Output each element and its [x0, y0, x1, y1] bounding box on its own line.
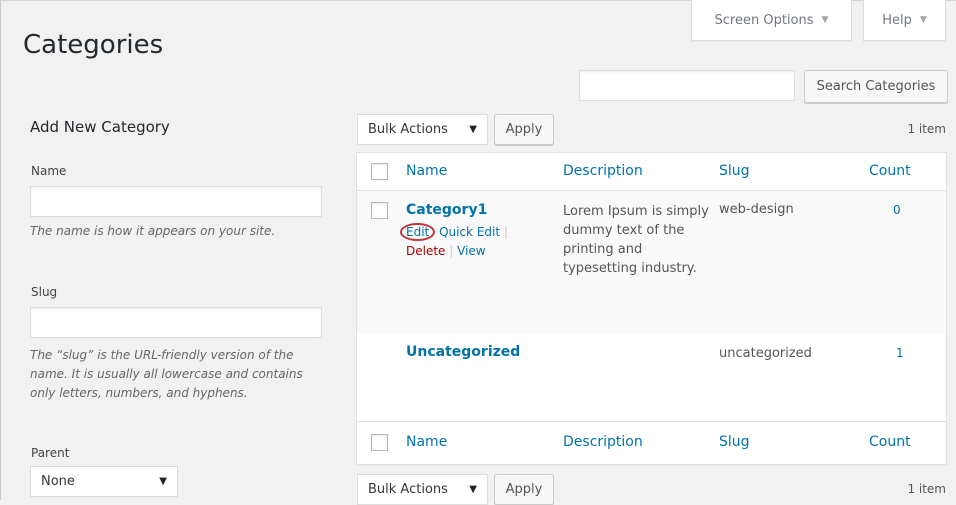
- column-header-slug[interactable]: Slug: [719, 163, 750, 179]
- action-separator: |: [449, 244, 454, 258]
- parent-select[interactable]: None ▼: [30, 466, 178, 497]
- page-title: Categories: [23, 30, 164, 60]
- row-checkbox[interactable]: [371, 202, 388, 219]
- edit-link[interactable]: Edit: [406, 225, 429, 239]
- category-name-link[interactable]: Uncategorized: [406, 344, 520, 360]
- search-categories-button[interactable]: Search Categories: [804, 70, 948, 103]
- bulk-actions-label: Bulk Actions: [368, 482, 448, 497]
- bulk-actions-label: Bulk Actions: [368, 122, 448, 137]
- category-count-link[interactable]: 1: [896, 346, 904, 360]
- slug-field[interactable]: [30, 307, 322, 338]
- view-link[interactable]: View: [457, 244, 485, 258]
- select-all-checkbox-footer[interactable]: [371, 434, 388, 451]
- category-slug: web-design: [719, 202, 794, 217]
- bulk-actions-select-top[interactable]: Bulk Actions ▼: [357, 114, 488, 145]
- apply-button-top[interactable]: Apply: [494, 114, 554, 145]
- table-row: Uncategorized uncategorized 1: [357, 334, 946, 420]
- category-slug: uncategorized: [719, 346, 812, 361]
- categories-table: Name Description Slug Count Category1 Ed…: [356, 152, 947, 465]
- caret-down-icon: ▼: [159, 476, 167, 487]
- caret-down-icon: ▼: [469, 484, 477, 495]
- row-actions: Edit Quick Edit | Delete | View: [400, 223, 546, 261]
- column-header-name[interactable]: Name: [406, 163, 447, 179]
- apply-button-bottom[interactable]: Apply: [494, 474, 554, 505]
- search-input[interactable]: [579, 70, 795, 101]
- help-label: Help: [882, 12, 912, 28]
- category-name-link[interactable]: Category1: [406, 202, 487, 218]
- select-all-checkbox[interactable]: [371, 163, 388, 180]
- parent-select-value: None: [41, 474, 75, 489]
- edit-highlight-ring: Edit: [400, 223, 436, 241]
- column-footer-count[interactable]: Count: [869, 434, 911, 450]
- category-description: Lorem Ipsum is simply dummy text of the …: [563, 204, 709, 276]
- name-field[interactable]: [30, 186, 322, 217]
- triangle-down-icon: ▼: [821, 15, 829, 25]
- table-footer-row: Name Description Slug Count: [357, 421, 946, 465]
- caret-down-icon: ▼: [469, 124, 477, 135]
- column-footer-slug[interactable]: Slug: [719, 434, 750, 450]
- name-label: Name: [31, 164, 67, 178]
- add-new-category-heading: Add New Category: [30, 118, 170, 136]
- action-separator: |: [503, 225, 508, 239]
- category-count-link[interactable]: 0: [893, 203, 901, 217]
- table-row: Category1 Edit Quick Edit | Delete | Vie…: [357, 191, 946, 334]
- screen-options-label: Screen Options: [714, 12, 814, 28]
- slug-label: Slug: [31, 285, 58, 299]
- table-header-row: Name Description Slug Count: [357, 153, 946, 191]
- triangle-down-icon: ▼: [919, 15, 927, 25]
- column-footer-name[interactable]: Name: [406, 434, 447, 450]
- delete-link[interactable]: Delete: [406, 244, 445, 258]
- slug-help-text: The “slug” is the URL-friendly version o…: [30, 348, 303, 400]
- bulk-actions-select-bottom[interactable]: Bulk Actions ▼: [357, 474, 488, 505]
- column-header-description[interactable]: Description: [563, 163, 643, 179]
- help-tab[interactable]: Help ▼: [863, 0, 946, 41]
- parent-label: Parent: [31, 446, 70, 460]
- column-footer-description[interactable]: Description: [563, 434, 643, 450]
- item-count-top: 1 item: [907, 122, 946, 136]
- screen-options-tab[interactable]: Screen Options ▼: [691, 0, 852, 41]
- name-help-text: The name is how it appears on your site.: [30, 224, 276, 238]
- item-count-bottom: 1 item: [907, 482, 946, 496]
- column-header-count[interactable]: Count: [869, 163, 911, 179]
- quick-edit-link[interactable]: Quick Edit: [439, 225, 500, 239]
